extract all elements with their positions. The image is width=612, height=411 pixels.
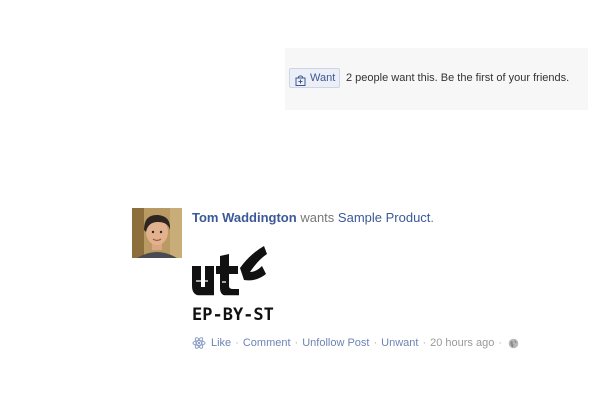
globe-icon[interactable] — [508, 338, 519, 349]
want-summary-text: 2 people want this. Be the first of your… — [346, 72, 570, 84]
separator: · — [498, 337, 503, 349]
comment-link[interactable]: Comment — [243, 337, 291, 349]
separator: · — [235, 337, 239, 349]
want-widget: Want 2 people want this. Be the first of… — [285, 48, 588, 110]
separator: · — [373, 337, 378, 349]
like-link[interactable]: Like — [211, 337, 231, 349]
want-button-label: Want — [310, 72, 336, 84]
product-image[interactable]: EP-BY-ST — [192, 234, 282, 326]
product-link[interactable]: Sample Product — [338, 210, 431, 225]
avatar[interactable] — [132, 208, 182, 258]
unwant-link[interactable]: Unwant — [381, 337, 418, 349]
headline-punctuation: . — [430, 210, 435, 225]
story-verb: wants — [300, 210, 335, 225]
product-image-caption: EP-BY-ST — [192, 305, 274, 325]
like-icon — [192, 336, 206, 350]
story-actions: Like · Comment · Unfollow Post · Unwant … — [192, 336, 519, 350]
story-headline: Tom Waddington wants Sample Product. — [192, 210, 434, 225]
separator: · — [294, 337, 299, 349]
separator: · — [422, 337, 427, 349]
want-button[interactable]: Want — [289, 68, 340, 88]
actor-link[interactable]: Tom Waddington — [192, 210, 297, 225]
unfollow-post-link[interactable]: Unfollow Post — [302, 337, 369, 349]
bag-icon — [295, 73, 306, 86]
timestamp[interactable]: 20 hours ago — [430, 337, 494, 349]
